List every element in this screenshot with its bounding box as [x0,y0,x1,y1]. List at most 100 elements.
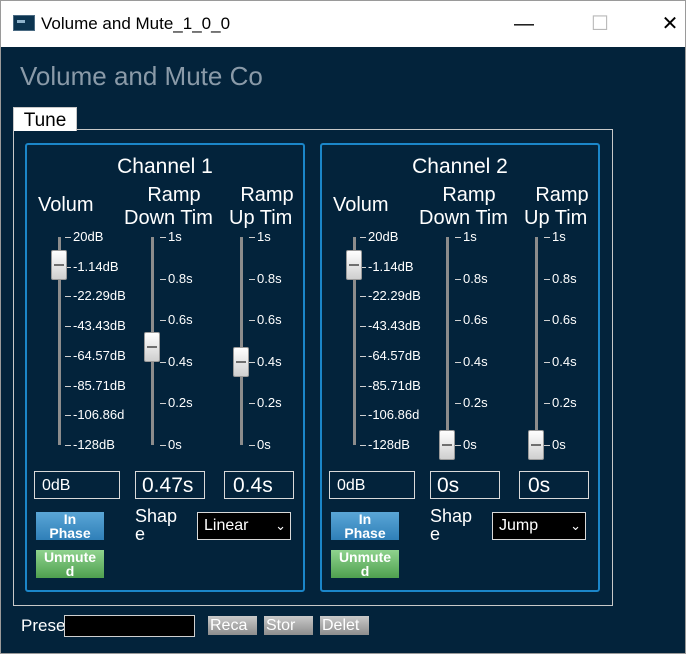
slider-tick-label: 0.6s [552,312,577,327]
slider-thumb[interactable] [51,250,67,280]
slider-tick-label: 0.2s [168,395,193,410]
slider-tick-label: 0.4s [257,354,282,369]
slider-thumb[interactable] [233,347,249,377]
slider-tick-label: 1s [552,229,566,244]
slider-tick [544,362,550,363]
slider-thumb[interactable] [346,250,362,280]
slider-tick [455,320,461,321]
shape-select-value: Jump [499,517,539,534]
shape-select[interactable]: Linear ⌄ [197,512,291,540]
slider-tick-label: 0.2s [257,395,282,410]
preset-name-input[interactable] [64,615,195,637]
slider-tick [249,279,255,280]
slider-tick-label: 20dB [73,229,104,244]
ramp-down-label-line1: Ramp [147,184,201,206]
slider-tick-label: -43.43dB [368,318,421,333]
ramp-up-label-line1: Ramp [535,184,589,206]
shape-label: Shap e [135,507,187,543]
slider-tick-label: 1s [168,229,182,244]
volume-label: Volum [38,194,94,216]
volume-value-field[interactable]: 0dB [34,471,120,499]
recall-button[interactable]: Reca [208,616,257,635]
slider-tick [360,386,366,387]
slider-tick [544,403,550,404]
ramp-up-value-field[interactable]: 0.4s [224,471,294,499]
mute-button[interactable]: Unmute d [36,550,104,578]
slider-tick [65,415,71,416]
slider-track[interactable] [240,237,243,445]
slider-tick-label: 0.8s [168,271,193,286]
slider-tick [455,445,461,446]
phase-button-line1: In [63,511,77,527]
ramp-down-label-line1: Ramp [442,184,496,206]
channel-title: Channel 2 [412,155,508,178]
slider-tick-label: 0.6s [257,312,282,327]
slider-tick [360,356,366,357]
slider-tick [160,445,166,446]
slider-thumb[interactable] [528,430,544,460]
slider-tick-label: -85.71dB [73,378,126,393]
slider-tick [360,415,366,416]
slider-tick-label: -85.71dB [368,378,421,393]
slider-tick [544,320,550,321]
slider-track[interactable] [535,237,538,445]
slider-thumb[interactable] [144,332,160,362]
slider-tick [455,279,461,280]
store-button[interactable]: Stor [264,616,313,635]
ramp-up-label-line2: Up Tim [229,207,293,229]
slider-tick [65,296,71,297]
delete-button[interactable]: Delet [320,616,369,635]
slider-tick [65,356,71,357]
slider-thumb[interactable] [439,430,455,460]
ramp-up-label-line2: Up Tim [524,207,588,229]
maximize-button[interactable]: ☐ [577,7,623,41]
ramp-up-label-line1: Ramp [240,184,294,206]
slider-tick-label: 0.2s [463,395,488,410]
phase-button[interactable]: In Phase [36,512,104,540]
slider-tick-label: 0.4s [168,354,193,369]
mute-button-line1: Unmute [43,549,97,565]
slider-tick-label: -128dB [368,437,410,452]
slider-tick-label: -22.29dB [368,288,421,303]
ramp-down-value-field[interactable]: 0s [430,471,500,499]
slider-tick-label: -22.29dB [73,288,126,303]
slider-tick-label: 0s [168,437,182,452]
title-bar[interactable]: Volume and Mute_1_0_0 — ☐ ✕ [1,1,685,47]
volume-value-field[interactable]: 0dB [329,471,415,499]
slider-tick [455,362,461,363]
slider-track[interactable] [446,237,449,445]
window-title: Volume and Mute_1_0_0 [41,14,231,33]
ramp-down-value-field[interactable]: 0.47s [135,471,205,499]
shape-label-line1: Shap [135,507,178,526]
slider-tick [160,403,166,404]
tab-tune[interactable]: Tune [13,107,77,131]
slider-tick [249,403,255,404]
ramp-up-value-field[interactable]: 0s [519,471,589,499]
chevron-down-icon: ⌄ [275,518,286,533]
slider-tick-label: -43.43dB [73,318,126,333]
close-button[interactable]: ✕ [647,7,685,41]
slider-tick-label: 0s [257,437,271,452]
shape-select[interactable]: Jump ⌄ [492,512,586,540]
slider-tick [249,362,255,363]
mute-button-line2: d [65,563,75,579]
phase-button[interactable]: In Phase [331,512,399,540]
channel-1-panel: Channel 1 Volum Ramp Down Tim Ramp Up Ti… [25,143,305,592]
slider-tick-label: -1.14dB [368,259,414,274]
minimize-button[interactable]: — [501,7,547,41]
phase-button-line2: Phase [49,525,91,541]
slider-tick-label: 0.2s [552,395,577,410]
slider-tick [544,279,550,280]
slider-tick [160,279,166,280]
channel-2-panel: Channel 2 Volum Ramp Down Tim Ramp Up Ti… [320,143,600,592]
slider-tick [360,237,366,238]
slider-tick [249,445,255,446]
mute-button-line2: d [360,563,370,579]
slider-tick-label: 0.8s [552,271,577,286]
mute-button-line1: Unmute [338,549,392,565]
shape-select-value: Linear [204,517,249,534]
slider-tick-label: 0.6s [463,312,488,327]
slider-tick [544,237,550,238]
phase-button-line1: In [358,511,372,527]
mute-button[interactable]: Unmute d [331,550,399,578]
